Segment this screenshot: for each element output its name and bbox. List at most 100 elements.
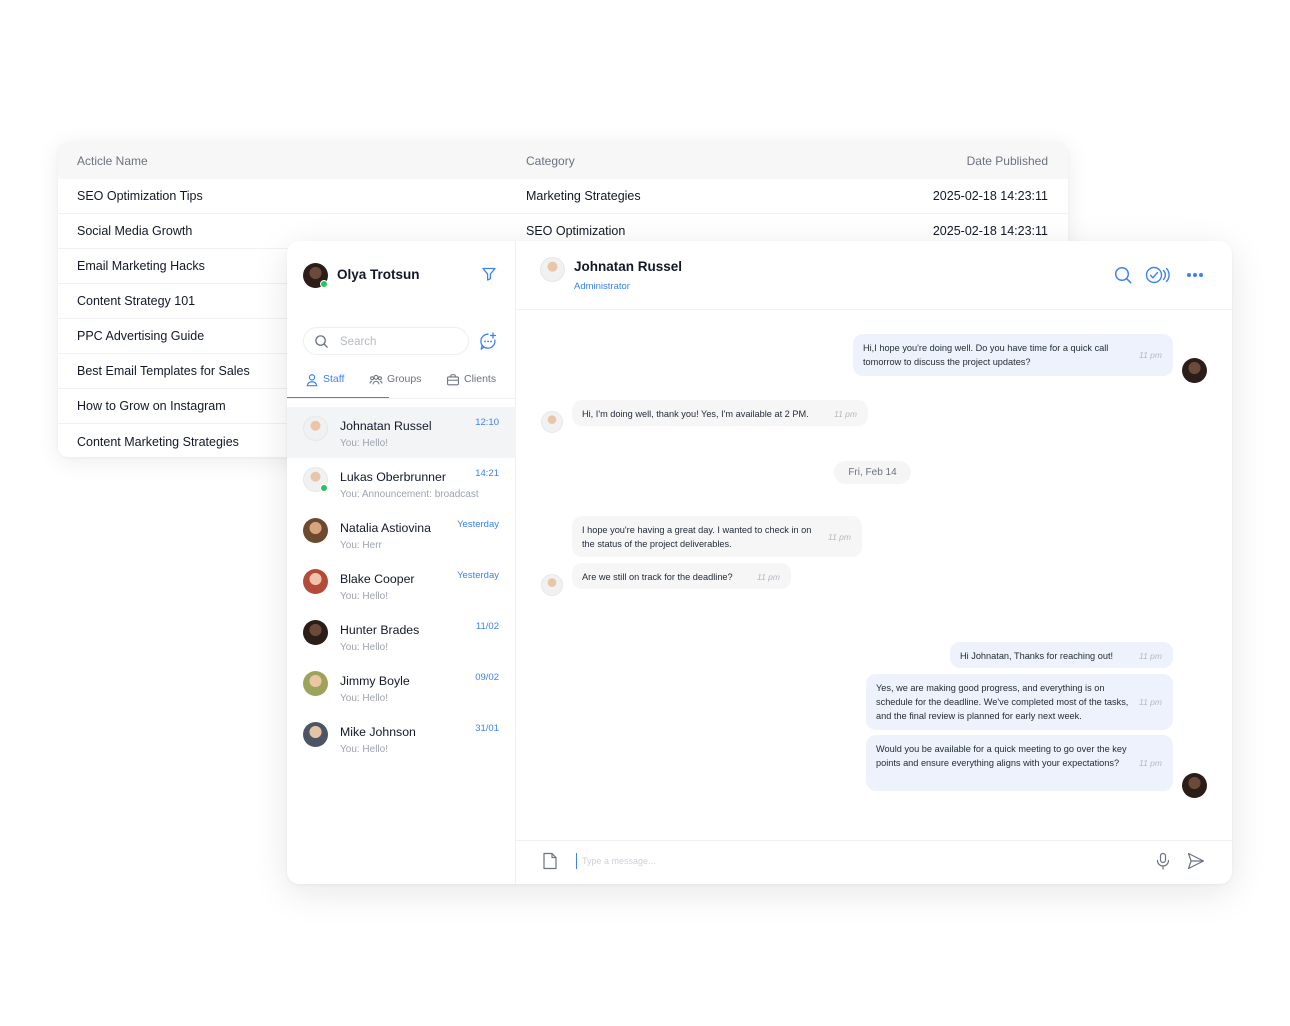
date-cell: 2025-02-18 14:23:11 xyxy=(932,189,1048,203)
call-status-icon[interactable] xyxy=(1144,265,1170,285)
message-time: 11 pm xyxy=(757,572,780,582)
contact-name: Natalia Astiovina xyxy=(340,521,431,535)
contact-time: 14:21 xyxy=(475,468,499,479)
message-time: 11 pm xyxy=(834,409,857,419)
contact-name: Blake Cooper xyxy=(340,572,415,586)
message-text: Hi, I'm doing well, thank you! Yes, I'm … xyxy=(582,409,809,419)
online-status-indicator xyxy=(320,280,328,288)
sender-avatar xyxy=(541,411,563,433)
column-header-category[interactable]: Category xyxy=(526,154,575,168)
contact-preview: You: Hello! xyxy=(340,591,388,602)
tab-label: Groups xyxy=(387,373,422,385)
message-bubble-incoming[interactable]: Are we still on track for the deadline? … xyxy=(572,563,791,589)
contact-preview: You: Hello! xyxy=(340,438,388,449)
article-name-cell: Content Marketing Strategies xyxy=(77,434,239,449)
message-bubble-outgoing[interactable]: Hi Johnatan, Thanks for reaching out! 11… xyxy=(950,642,1173,668)
search-input[interactable] xyxy=(340,333,460,351)
search-icon xyxy=(315,335,328,348)
online-status-indicator xyxy=(320,484,328,492)
message-text: Yes, we are making good progress, and ev… xyxy=(876,683,1129,721)
send-icon[interactable] xyxy=(1186,851,1206,871)
message-time: 11 pm xyxy=(1139,651,1162,661)
table-row[interactable]: SEO Optimization Tips Marketing Strategi… xyxy=(58,179,1068,214)
contact-avatar xyxy=(303,518,328,543)
chat-window: Olya Trotsun Staff Groups xyxy=(287,241,1232,884)
contact-avatar xyxy=(303,416,328,441)
article-name-cell: Best Email Templates for Sales xyxy=(77,364,250,378)
tab-staff[interactable]: Staff xyxy=(305,373,344,399)
message-text: I hope you're having a great day. I want… xyxy=(582,525,812,549)
message-bubble-outgoing[interactable]: Yes, we are making good progress, and ev… xyxy=(866,674,1173,730)
contact-item[interactable]: Mike Johnson You: Hello! 31/01 xyxy=(287,713,516,764)
conversations-sidebar: Olya Trotsun Staff Groups xyxy=(287,241,516,884)
contact-time: 09/02 xyxy=(475,672,499,683)
contact-preview: You: Hello! xyxy=(340,744,388,755)
more-options-icon[interactable] xyxy=(1185,265,1205,285)
new-chat-icon[interactable] xyxy=(478,331,498,351)
search-icon[interactable] xyxy=(1113,265,1133,285)
article-name-cell: How to Grow on Instagram xyxy=(77,399,226,413)
category-cell: Marketing Strategies xyxy=(526,189,641,203)
tab-groups[interactable]: Groups xyxy=(369,373,421,399)
contact-item[interactable]: Jimmy Boyle You: Hello! 09/02 xyxy=(287,662,516,713)
sender-avatar xyxy=(1182,358,1207,383)
contact-preview: You: Herr xyxy=(340,540,382,551)
contact-tabs: Staff Groups Clients xyxy=(287,373,516,399)
message-text: Would you be available for a quick meeti… xyxy=(876,744,1127,768)
divider xyxy=(287,398,516,399)
message-bubble-outgoing[interactable]: Would you be available for a quick meeti… xyxy=(866,735,1173,791)
message-time: 11 pm xyxy=(828,532,851,542)
contact-time: Yesterday xyxy=(457,570,499,581)
tab-clients[interactable]: Clients xyxy=(446,373,496,399)
table-header: Acticle Name Category Date Published xyxy=(58,142,1068,179)
message-bubble-incoming[interactable]: Hi, I'm doing well, thank you! Yes, I'm … xyxy=(572,400,868,426)
article-name-cell: SEO Optimization Tips xyxy=(77,189,203,203)
search-field[interactable] xyxy=(303,327,469,355)
contact-name: Mike Johnson xyxy=(340,725,416,739)
sender-avatar xyxy=(1182,773,1207,798)
article-name-cell: PPC Advertising Guide xyxy=(77,329,205,343)
contact-preview: You: Hello! xyxy=(340,693,388,704)
contact-name: Hunter Brades xyxy=(340,623,420,637)
contact-name: Jimmy Boyle xyxy=(340,674,410,688)
message-composer xyxy=(516,840,1232,884)
category-cell: SEO Optimization xyxy=(526,224,626,238)
microphone-icon[interactable] xyxy=(1154,852,1172,870)
message-text: Hi Johnatan, Thanks for reaching out! xyxy=(960,651,1114,661)
attach-file-icon[interactable] xyxy=(542,852,558,870)
column-header-date-published[interactable]: Date Published xyxy=(967,154,1048,168)
message-input[interactable] xyxy=(576,853,1096,869)
date-divider: Fri, Feb 14 xyxy=(834,461,911,484)
partner-avatar[interactable] xyxy=(540,257,565,282)
article-name-cell: Social Media Growth xyxy=(77,224,193,238)
message-bubble-incoming[interactable]: I hope you're having a great day. I want… xyxy=(572,516,862,557)
contact-time: 11/02 xyxy=(475,621,499,632)
message-time: 11 pm xyxy=(1139,350,1162,360)
message-text: Hi,I hope you're doing well. Do you have… xyxy=(863,343,1109,367)
message-bubble-outgoing[interactable]: Hi,I hope you're doing well. Do you have… xyxy=(853,334,1173,376)
filter-icon[interactable] xyxy=(481,266,497,282)
contact-name: Lukas Oberbrunner xyxy=(340,470,446,484)
contact-preview: You: Hello! xyxy=(340,642,388,653)
message-time: 11 pm xyxy=(1139,758,1162,768)
contact-item[interactable]: Blake Cooper You: Hello! Yesterday xyxy=(287,560,516,611)
partner-role: Administrator xyxy=(574,281,630,292)
contact-time: Yesterday xyxy=(457,519,499,530)
tab-label: Staff xyxy=(323,373,345,385)
message-time: 11 pm xyxy=(1139,697,1162,707)
article-name-cell: Email Marketing Hacks xyxy=(77,259,205,273)
conversation-header: Johnatan Russel Administrator xyxy=(516,241,1232,310)
contact-item[interactable]: Natalia Astiovina You: Herr Yesterday xyxy=(287,509,516,560)
group-icon xyxy=(369,374,383,385)
contact-avatar xyxy=(303,722,328,747)
contact-item[interactable]: Lukas Oberbrunner You: Announcement: bro… xyxy=(287,458,516,509)
contact-item[interactable]: Johnatan Russel You: Hello! 12:10 xyxy=(287,407,516,458)
current-user-name: Olya Trotsun xyxy=(337,267,420,282)
column-header-article-name[interactable]: Acticle Name xyxy=(77,154,148,168)
contact-avatar xyxy=(303,569,328,594)
tab-label: Clients xyxy=(464,373,497,385)
contact-name: Johnatan Russel xyxy=(340,419,432,433)
contact-avatar xyxy=(303,620,328,645)
contact-item[interactable]: Hunter Brades You: Hello! 11/02 xyxy=(287,611,516,662)
date-cell: 2025-02-18 14:23:11 xyxy=(932,224,1048,238)
